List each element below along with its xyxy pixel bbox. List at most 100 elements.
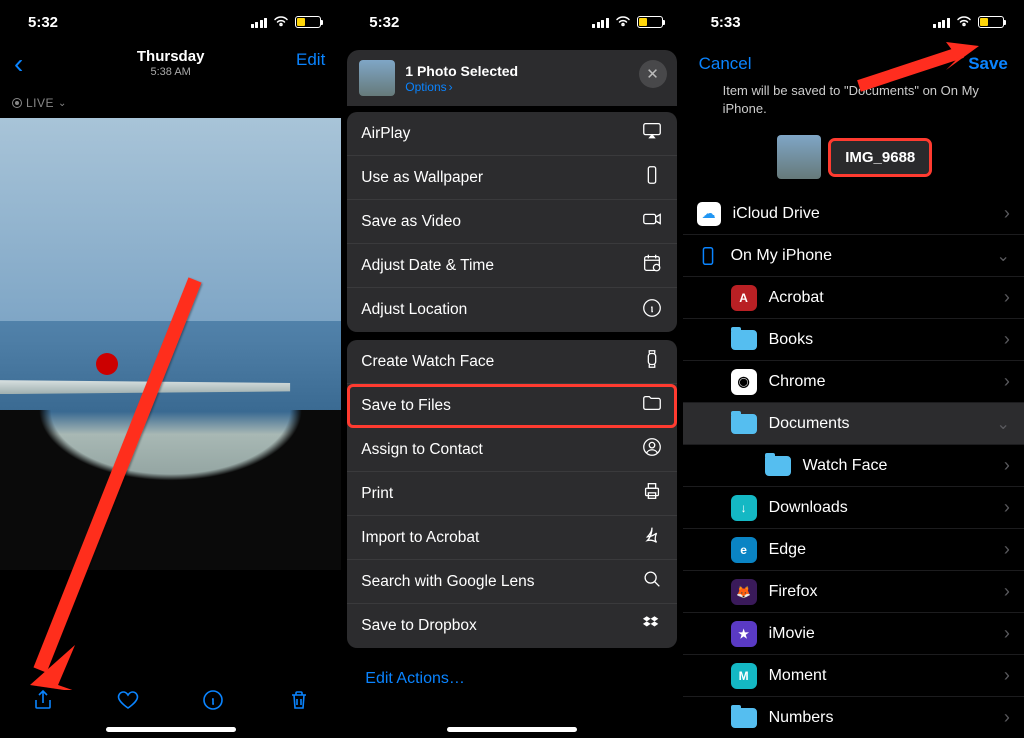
status-bar: 5:33: [683, 0, 1024, 44]
on-my-iphone-row[interactable]: On My iPhone ⌄: [683, 235, 1024, 277]
home-indicator[interactable]: [106, 727, 236, 732]
airplay-action[interactable]: AirPlay: [347, 112, 676, 156]
delete-button[interactable]: [285, 686, 313, 714]
save-button[interactable]: Save: [968, 54, 1008, 74]
assign-contact-action[interactable]: Assign to Contact: [347, 428, 676, 472]
folder-numbers[interactable]: Numbers ›: [683, 697, 1024, 738]
print-action[interactable]: Print: [347, 472, 676, 516]
moment-app-icon: M: [731, 663, 757, 689]
status-icons: [251, 14, 322, 30]
chevron-right-icon: ›: [1004, 707, 1010, 728]
folder-icon: [731, 329, 757, 351]
home-indicator[interactable]: [447, 727, 577, 732]
info-icon: [641, 297, 663, 324]
folder-acrobat[interactable]: A Acrobat ›: [683, 277, 1024, 319]
video-icon: [641, 208, 663, 235]
phone-icon: [641, 164, 663, 191]
files-header: Cancel Save: [683, 44, 1024, 82]
folder-moment[interactable]: M Moment ›: [683, 655, 1024, 697]
edit-actions-link[interactable]: Edit Actions…: [347, 656, 676, 702]
favorite-button[interactable]: [114, 686, 142, 714]
back-button[interactable]: ‹: [14, 48, 23, 80]
acrobat-action[interactable]: Import to Acrobat: [347, 516, 676, 560]
status-time: 5:32: [28, 14, 58, 31]
live-badge[interactable]: LIVE ⌄: [0, 88, 341, 118]
dropbox-action[interactable]: Save to Dropbox: [347, 604, 676, 648]
airplay-icon: [641, 120, 663, 147]
imovie-app-icon: ★: [731, 621, 757, 647]
action-group-1: AirPlay Use as Wallpaper Save as Video A…: [347, 112, 676, 332]
chevron-right-icon: ›: [1004, 287, 1010, 308]
cellular-icon: [251, 17, 268, 28]
contact-icon: [641, 436, 663, 463]
live-icon: [12, 98, 22, 108]
adjust-location-action[interactable]: Adjust Location: [347, 288, 676, 332]
photos-detail-screen: 5:32 ‹ Thursday 5:38 AM Edit LIVE ⌄: [0, 0, 341, 738]
photo-day: Thursday: [137, 48, 205, 65]
dropbox-icon: [641, 613, 663, 640]
watch-icon: [641, 348, 663, 375]
folder-edge[interactable]: e Edge ›: [683, 529, 1024, 571]
photo-header: ‹ Thursday 5:38 AM Edit: [0, 44, 341, 88]
save-to-files-action[interactable]: Save to Files: [347, 384, 676, 428]
battery-icon: [978, 16, 1004, 28]
folder-icon: [765, 455, 791, 477]
photo-viewport[interactable]: [0, 118, 341, 570]
icloud-drive-row[interactable]: ☁ iCloud Drive ›: [683, 193, 1024, 235]
info-button[interactable]: [199, 686, 227, 714]
chevron-right-icon: ›: [1004, 581, 1010, 602]
calendar-icon: [641, 252, 663, 279]
status-time: 5:32: [369, 14, 399, 31]
folder-chrome[interactable]: ◉ Chrome ›: [683, 361, 1024, 403]
action-group-2: Create Watch Face Save to Files Assign t…: [347, 340, 676, 648]
icloud-icon: ☁: [697, 202, 721, 226]
save-destination-desc: Item will be saved to "Documents" on On …: [683, 82, 1024, 127]
watch-face-action[interactable]: Create Watch Face: [347, 340, 676, 384]
chevron-down-icon: ⌄: [996, 246, 1009, 266]
adjust-date-action[interactable]: Adjust Date & Time: [347, 244, 676, 288]
downloads-icon: ↓: [731, 495, 757, 521]
status-icons: [592, 14, 663, 30]
save-to-files-screen: 5:33 Cancel Save Item will be saved to "…: [683, 0, 1024, 738]
photo-time: 5:38 AM: [150, 66, 190, 78]
folder-downloads[interactable]: ↓ Downloads ›: [683, 487, 1024, 529]
wifi-icon: [273, 14, 289, 30]
share-button[interactable]: [29, 686, 57, 714]
filename-input[interactable]: IMG_9688: [831, 141, 929, 174]
battery-icon: [295, 16, 321, 28]
chevron-right-icon: ›: [1004, 623, 1010, 644]
iphone-icon: [697, 245, 719, 267]
chrome-app-icon: ◉: [731, 369, 757, 395]
acrobat-icon: [641, 524, 663, 551]
folder-watch-face[interactable]: Watch Face ›: [683, 445, 1024, 487]
location-list: ☁ iCloud Drive › On My iPhone ⌄ A Acroba…: [683, 193, 1024, 738]
chevron-right-icon: ›: [1004, 203, 1010, 224]
edit-button[interactable]: Edit: [296, 50, 325, 70]
chevron-down-icon: ⌄: [58, 98, 67, 109]
cellular-icon: [592, 17, 609, 28]
close-button[interactable]: ✕: [639, 60, 667, 88]
folder-books[interactable]: Books ›: [683, 319, 1024, 361]
folder-icon: [731, 707, 757, 729]
wallpaper-action[interactable]: Use as Wallpaper: [347, 156, 676, 200]
wifi-icon: [956, 14, 972, 30]
chevron-right-icon: ›: [449, 80, 453, 94]
folder-imovie[interactable]: ★ iMovie ›: [683, 613, 1024, 655]
save-video-action[interactable]: Save as Video: [347, 200, 676, 244]
options-link[interactable]: Options›: [405, 80, 518, 94]
chevron-right-icon: ›: [1004, 455, 1010, 476]
chevron-right-icon: ›: [1004, 665, 1010, 686]
folder-icon: [641, 392, 663, 419]
firefox-app-icon: 🦊: [731, 579, 757, 605]
folder-firefox[interactable]: 🦊 Firefox ›: [683, 571, 1024, 613]
google-lens-action[interactable]: Search with Google Lens: [347, 560, 676, 604]
status-bar: 5:32: [341, 0, 682, 44]
folder-documents[interactable]: Documents ⌄: [683, 403, 1024, 445]
share-actions: AirPlay Use as Wallpaper Save as Video A…: [347, 112, 676, 702]
chevron-right-icon: ›: [1004, 371, 1010, 392]
file-preview: IMG_9688: [683, 127, 1024, 193]
battery-icon: [637, 16, 663, 28]
cellular-icon: [933, 17, 950, 28]
chevron-right-icon: ›: [1004, 329, 1010, 350]
cancel-button[interactable]: Cancel: [699, 54, 752, 74]
